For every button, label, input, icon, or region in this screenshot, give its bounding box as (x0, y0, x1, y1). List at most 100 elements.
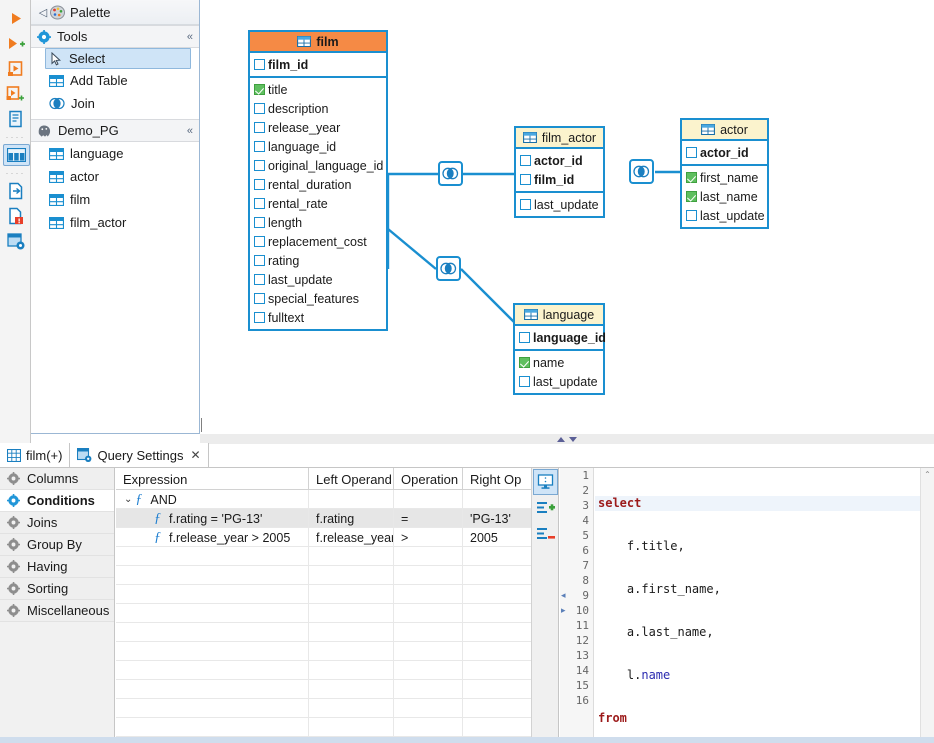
column-language_id[interactable]: language_id (250, 137, 386, 156)
cell-left-operand[interactable]: f.rating (309, 509, 394, 528)
add-condition-button[interactable] (532, 495, 559, 521)
column-length[interactable]: length (250, 213, 386, 232)
grid-header-left-operand[interactable]: Left Operand (309, 468, 394, 490)
column-replacement_cost[interactable]: replacement_cost (250, 232, 386, 251)
cell-empty[interactable] (309, 642, 394, 661)
cell-empty[interactable] (309, 680, 394, 699)
cell-empty[interactable] (309, 585, 394, 604)
column-language_id[interactable]: language_id (515, 328, 603, 347)
sql-settings-icon[interactable] (0, 228, 31, 253)
cell-right-operand[interactable]: 2005 (463, 528, 532, 547)
column-film_id[interactable]: film_id (516, 170, 603, 189)
table-row-empty[interactable] (116, 604, 558, 623)
qs-section-conditions[interactable]: Conditions (0, 490, 114, 512)
cell-left-operand[interactable] (309, 490, 394, 509)
sql-code-text[interactable]: select f.title, a.first_name, a.last_nam… (595, 468, 920, 743)
column-checkbox[interactable] (520, 199, 531, 210)
cell-empty[interactable] (394, 661, 463, 680)
cell-expression[interactable]: ƒ f.release_year > 2005 (116, 528, 309, 547)
column-last_name[interactable]: last_name (682, 187, 767, 206)
column-checkbox[interactable] (520, 155, 531, 166)
export-data-icon[interactable] (0, 178, 31, 203)
table-row-empty[interactable] (116, 680, 558, 699)
table-row-empty[interactable] (116, 661, 558, 680)
show-panel-button[interactable] (533, 469, 558, 495)
join-film-language[interactable] (436, 256, 461, 281)
table-row-empty[interactable] (116, 585, 558, 604)
cell-empty[interactable] (463, 680, 532, 699)
column-checkbox[interactable] (254, 255, 265, 266)
column-release_year[interactable]: release_year (250, 118, 386, 137)
column-checkbox[interactable] (254, 236, 265, 247)
cell-right-operand[interactable]: 'PG-13' (463, 509, 532, 528)
chevron-down-icon[interactable]: ⌄ (124, 494, 132, 505)
cell-empty[interactable] (463, 699, 532, 718)
fold-marker-icon[interactable]: ◂ (561, 590, 566, 601)
cell-empty[interactable] (463, 718, 532, 737)
collapse-up-icon[interactable] (557, 437, 565, 442)
column-checkbox[interactable] (254, 103, 265, 114)
table-row-empty[interactable] (116, 566, 558, 585)
column-first_name[interactable]: first_name (682, 168, 767, 187)
cell-empty[interactable] (394, 623, 463, 642)
column-checkbox[interactable] (519, 332, 530, 343)
cell-empty[interactable] (309, 604, 394, 623)
palette-table-language[interactable]: language (31, 142, 199, 165)
join-film-film_actor[interactable] (438, 161, 463, 186)
palette-table-film[interactable]: film (31, 188, 199, 211)
cell-empty[interactable] (309, 547, 394, 566)
column-last_update[interactable]: last_update (682, 206, 767, 225)
cell-operation[interactable] (394, 490, 463, 509)
sql-preview-editor[interactable]: 1 2 3 4 5 6 7 8 9 10 11 12 13 14 15 16 ◂… (560, 468, 934, 743)
table-row-empty[interactable] (116, 547, 558, 566)
qs-section-miscellaneous[interactable]: Miscellaneous (0, 600, 114, 622)
cell-empty[interactable] (463, 642, 532, 661)
conditions-grid[interactable]: Expression Left Operand Operation Right … (116, 468, 559, 743)
column-checkbox[interactable] (519, 357, 530, 368)
execute-script-new-tab-icon[interactable] (0, 81, 31, 106)
grid-header-right-operand[interactable]: Right Op (463, 468, 532, 490)
column-checkbox[interactable] (686, 147, 697, 158)
qs-section-joins[interactable]: Joins (0, 512, 114, 534)
column-rental_rate[interactable]: rental_rate (250, 194, 386, 213)
column-checkbox[interactable] (254, 141, 265, 152)
sql-problems-icon[interactable] (0, 203, 31, 228)
cell-operation[interactable]: = (394, 509, 463, 528)
column-checkbox[interactable] (254, 198, 265, 209)
column-rating[interactable]: rating (250, 251, 386, 270)
column-last_update[interactable]: last_update (516, 195, 603, 214)
cell-empty[interactable] (463, 547, 532, 566)
cell-empty[interactable] (116, 699, 309, 718)
column-checkbox[interactable] (686, 210, 697, 221)
collapse-down-icon[interactable] (569, 437, 577, 442)
table-row-empty[interactable] (116, 718, 558, 737)
panel-splitter[interactable] (200, 434, 934, 444)
grid-header-operation[interactable]: Operation (394, 468, 463, 490)
column-checkbox[interactable] (686, 191, 697, 202)
cell-empty[interactable] (394, 718, 463, 737)
column-checkbox[interactable] (254, 59, 265, 70)
cell-empty[interactable] (394, 680, 463, 699)
table-row[interactable]: ƒ f.release_year > 2005 f.release_year >… (116, 528, 558, 547)
cell-empty[interactable] (309, 566, 394, 585)
cell-empty[interactable] (116, 718, 309, 737)
cell-empty[interactable] (309, 661, 394, 680)
cell-empty[interactable] (463, 585, 532, 604)
grid-header-expression[interactable]: Expression (116, 468, 309, 490)
cell-empty[interactable] (309, 623, 394, 642)
column-special_features[interactable]: special_features (250, 289, 386, 308)
cell-empty[interactable] (116, 547, 309, 566)
cell-empty[interactable] (463, 661, 532, 680)
column-fulltext[interactable]: fulltext (250, 308, 386, 327)
column-checkbox[interactable] (254, 312, 265, 323)
fold-marker-icon[interactable]: ▸ (561, 605, 566, 616)
column-checkbox[interactable] (520, 174, 531, 185)
cell-empty[interactable] (394, 699, 463, 718)
table-row[interactable]: ⌄ ƒ AND (116, 490, 558, 509)
cell-empty[interactable] (309, 718, 394, 737)
column-checkbox[interactable] (686, 172, 697, 183)
execute-sql-icon[interactable] (0, 6, 31, 31)
tab-query-settings[interactable]: Query Settings ✕ (70, 443, 208, 467)
column-checkbox[interactable] (254, 84, 265, 95)
cell-empty[interactable] (394, 547, 463, 566)
